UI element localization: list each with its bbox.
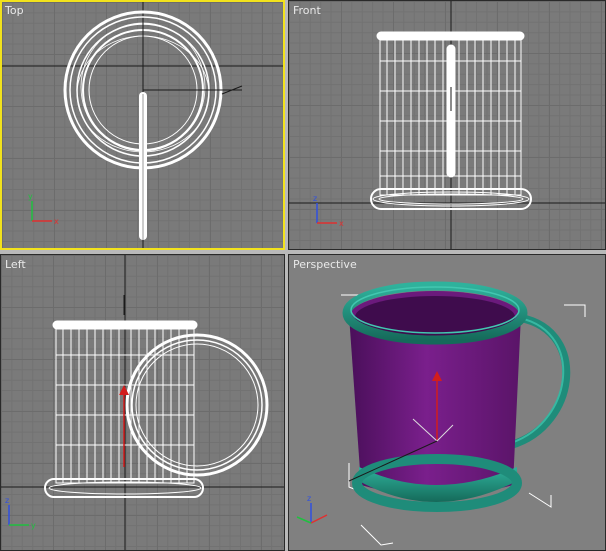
- front-view-drawing: z x: [289, 1, 605, 249]
- perspective-view-drawing: z: [296, 281, 586, 546]
- axis-label-x: x: [54, 217, 59, 226]
- left-view-drawing: z y: [1, 255, 284, 550]
- viewport-front[interactable]: Front z x: [288, 0, 606, 250]
- axis-label-z: z: [5, 496, 9, 505]
- axis-label-y: y: [31, 521, 36, 530]
- top-view-drawing: y x: [2, 2, 283, 248]
- mug-wireframe-left: [44, 320, 269, 498]
- axis-tripod-icon: z y: [5, 496, 36, 530]
- axis-tripod-icon: z x: [313, 194, 344, 228]
- axis-tripod-icon: z: [296, 494, 328, 524]
- viewport-label-left[interactable]: Left: [5, 258, 26, 271]
- axis-label-y: y: [28, 192, 33, 201]
- axis-tripod-icon: y x: [28, 192, 59, 226]
- viewport-top[interactable]: Top y x: [0, 0, 285, 250]
- viewport-label-front[interactable]: Front: [293, 4, 321, 17]
- viewport-perspective[interactable]: Perspective z: [288, 254, 606, 551]
- axis-label-z: z: [313, 194, 317, 203]
- viewport-label-top[interactable]: Top: [5, 4, 24, 17]
- axis-label-z: z: [307, 494, 311, 503]
- viewport-label-perspective[interactable]: Perspective: [293, 258, 357, 271]
- axis-label-x: x: [339, 219, 344, 228]
- viewport-left[interactable]: Left z y: [0, 254, 285, 551]
